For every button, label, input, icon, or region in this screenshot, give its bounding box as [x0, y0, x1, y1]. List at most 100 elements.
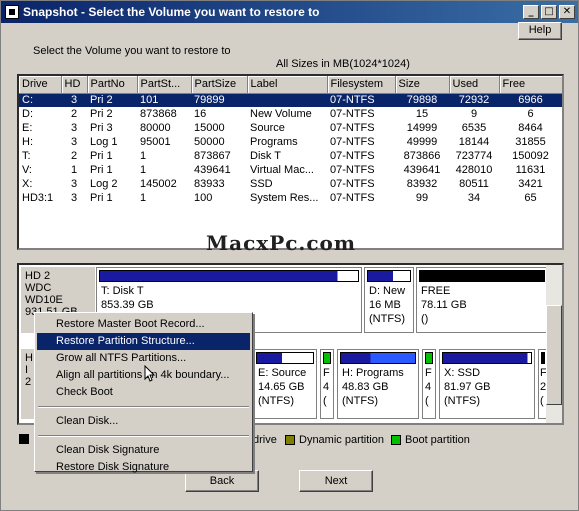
partition-usage-bar [99, 270, 359, 282]
disk-map-scrollbar[interactable] [546, 265, 562, 423]
menu-restore-mbr[interactable]: Restore Master Boot Record... [37, 316, 250, 333]
menu-check-boot[interactable]: Check Boot [37, 384, 250, 401]
legend-primary [19, 434, 29, 444]
cell-filesystem: 07-NTFS [330, 150, 375, 162]
menu-restore-disk-signature[interactable]: Restore Disk Signature [37, 459, 250, 476]
cell-drive: T: [22, 150, 31, 162]
partition-fs: (NTFS) [342, 395, 379, 407]
cell-filesystem: 07-NTFS [330, 164, 375, 176]
cell-used: 72932 [449, 93, 499, 107]
menu-clean-disk-signature[interactable]: Clean Disk Signature [37, 442, 250, 459]
mouse-cursor-icon [144, 365, 156, 382]
cell-partstart: 1 [140, 164, 147, 176]
cell-partno: Pri 2 [90, 108, 113, 120]
volume-row[interactable]: C: 3 Pri 2 101 79899 07-NTFS 79898 72932 6966 [19, 93, 562, 107]
partition-label: F [425, 367, 432, 379]
disk2-model: WDC WD10E [25, 282, 63, 306]
cell-drive: C: [19, 93, 61, 107]
volume-row[interactable]: E: 3 Pri 3 80000 15000 Source 07-NTFS 14999 6535… [19, 121, 562, 135]
scrollbar-thumb[interactable] [546, 305, 562, 405]
legend-drive: drive [253, 434, 277, 446]
cell-free: 6 [527, 108, 534, 120]
cell-partno: Log 1 [90, 136, 118, 148]
cell-free: 150092 [512, 150, 549, 162]
partition-label: FREE [421, 285, 451, 297]
legend-boot-label: Boot partition [405, 434, 470, 446]
cell-hd: 2 [70, 108, 78, 120]
volume-list-header: Drive HD PartNo PartSt... PartSize Label… [19, 76, 562, 94]
cell-label: Disk T [250, 150, 281, 162]
menu-clean-disk[interactable]: Clean Disk... [37, 413, 250, 430]
col-used[interactable]: Used [449, 76, 500, 94]
cell-label: New Volume [250, 108, 312, 120]
col-drive[interactable]: Drive [19, 76, 62, 94]
partition-fs: (NTFS) [258, 395, 295, 407]
partition-source[interactable]: E: Source 14.65 GB (NTFS) [253, 349, 317, 419]
col-label[interactable]: Label [247, 76, 328, 94]
cell-free: 65 [524, 192, 537, 204]
col-partstart[interactable]: PartSt... [137, 76, 192, 94]
next-button[interactable]: Next [299, 470, 373, 492]
legend-boot: Boot partition [391, 434, 470, 446]
volume-row[interactable]: D: 2 Pri 2 873868 16 New Volume 07-NTFS 15 9 6 [19, 107, 562, 121]
cell-filesystem: 07-NTFS [330, 108, 375, 120]
volume-row[interactable]: H: 3 Log 1 95001 50000 Programs 07-NTFS 49999 18… [19, 135, 562, 149]
partition-size: 14.65 GB [258, 381, 305, 393]
partition-label: E: Source [258, 367, 307, 379]
cell-partsize: 16 [194, 108, 207, 120]
partition-f-2[interactable]: F 4 ( [422, 349, 436, 419]
partition-fs: (NTFS) [444, 395, 481, 407]
partition-usage-bar [541, 352, 545, 364]
col-partsize[interactable]: PartSize [191, 76, 248, 94]
volume-row[interactable]: X: 3 Log 2 145002 83933 SSD 07-NTFS 83932 80511 3… [19, 177, 562, 191]
partition-free[interactable]: FREE 78.11 GB () [416, 267, 548, 333]
primary-swatch [19, 434, 29, 444]
partition-f-1[interactable]: F 4 ( [320, 349, 334, 419]
col-hd[interactable]: HD [61, 76, 88, 94]
app-icon [5, 5, 19, 19]
cell-partno: Pri 3 [90, 122, 113, 134]
cell-partstart: 1 [140, 192, 147, 204]
menu-restore-partition-structure[interactable]: Restore Partition Structure... [37, 333, 250, 350]
partition-size: 78.11 GB [421, 299, 467, 311]
minimize-button[interactable]: _ [523, 5, 539, 19]
cell-free: 31855 [515, 136, 546, 148]
cell-size: 83932 [406, 178, 438, 190]
partition-label: H: Programs [342, 367, 404, 379]
cell-partsize: 439641 [194, 164, 231, 176]
partition-usage-bar [425, 352, 433, 364]
cell-drive: D: [22, 108, 33, 120]
maximize-button[interactable]: □ [541, 5, 557, 19]
cell-size: 79898 [395, 93, 449, 107]
close-button[interactable]: ✕ [559, 5, 575, 19]
cell-partno: Pri 1 [90, 192, 113, 204]
legend-drive-label: drive [253, 434, 277, 446]
col-partno[interactable]: PartNo [87, 76, 138, 94]
cell-filesystem: 07-NTFS [330, 122, 375, 134]
partition-size: 853.39 GB [101, 299, 154, 311]
col-free[interactable]: Free [499, 76, 562, 94]
cell-hd: 3 [70, 178, 78, 190]
sizes-note: All Sizes in MB(1024*1024) [276, 58, 410, 70]
cell-used: 18144 [458, 136, 490, 148]
partition-ssd[interactable]: X: SSD 81.97 GB (NTFS) [439, 349, 535, 419]
legend-dynamic-label: Dynamic partition [299, 434, 384, 446]
partition-usage-bar [419, 270, 545, 282]
cell-partstart: 873868 [140, 108, 177, 120]
col-filesystem[interactable]: Filesystem [327, 76, 396, 94]
volume-list[interactable]: Drive HD PartNo PartSt... PartSize Label… [17, 74, 564, 250]
volume-row[interactable]: HD3:1 3 Pri 1 1 100 System Res... 07-NTFS 99 34 6… [19, 191, 562, 205]
cell-label: System Res... [250, 192, 319, 204]
cell-free: 3421 [518, 178, 543, 190]
window-title: Snapshot - Select the Volume you want to… [23, 5, 320, 19]
volume-row[interactable]: V: 1 Pri 1 1 439641 Virtual Mac... 07-NTFS 4396… [19, 163, 562, 177]
partition-new-volume[interactable]: D: New 16 MB (NTFS) [364, 267, 414, 333]
col-size[interactable]: Size [395, 76, 450, 94]
help-button[interactable]: Help [518, 22, 562, 40]
boot-swatch [391, 435, 401, 445]
partition-programs[interactable]: H: Programs 48.83 GB (NTFS) [337, 349, 419, 419]
title-bar[interactable]: Snapshot - Select the Volume you want to… [1, 1, 578, 23]
volume-row[interactable]: T: 2 Pri 1 1 873867 Disk T 07-NTFS 873866 723774… [19, 149, 562, 163]
cell-size: 15 [415, 108, 429, 120]
cell-filesystem: 07-NTFS [327, 93, 395, 107]
